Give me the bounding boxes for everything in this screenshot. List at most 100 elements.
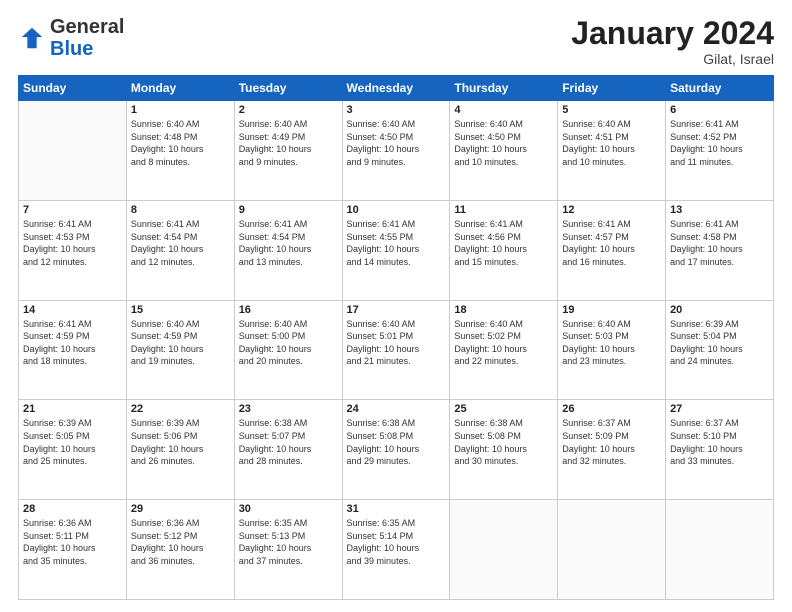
day-info: Sunrise: 6:39 AM Sunset: 5:06 PM Dayligh… — [131, 417, 230, 467]
calendar-cell: 28 Sunrise: 6:36 AM Sunset: 5:11 PM Dayli… — [19, 500, 127, 600]
calendar-cell: 20Sunrise: 6:39 AM Sunset: 5:04 PM Dayli… — [666, 300, 774, 400]
calendar-cell: 31Sunrise: 6:35 AM Sunset: 5:14 PM Dayli… — [342, 500, 450, 600]
day-info: Sunrise: 6:40 AM Sunset: 5:01 PM Dayligh… — [347, 318, 446, 368]
calendar-cell: 27 Sunrise: 6:37 AM Sunset: 5:10 PM Dayli… — [666, 400, 774, 500]
day-number: 4 — [454, 104, 553, 116]
logo-icon — [18, 24, 46, 52]
col-thursday: Thursday — [450, 76, 558, 101]
day-info: Sunrise: 6:41 AM Sunset: 4:58 PM Dayligh… — [670, 218, 769, 268]
day-number: 15 — [131, 304, 230, 316]
day-number: 5 — [562, 104, 661, 116]
calendar-week-row: 28 Sunrise: 6:36 AM Sunset: 5:11 PM Dayli… — [19, 500, 774, 600]
day-number: 19 — [562, 304, 661, 316]
calendar-cell: 4 Sunrise: 6:40 AM Sunset: 4:50 PM Daylig… — [450, 101, 558, 201]
header: General Blue January 2024 Gilat, Israel — [18, 16, 774, 67]
page: General Blue January 2024 Gilat, Israel … — [0, 0, 792, 612]
calendar-cell: 5 Sunrise: 6:40 AM Sunset: 4:51 PM Daylig… — [558, 101, 666, 201]
calendar-cell: 10Sunrise: 6:41 AM Sunset: 4:55 PM Dayli… — [342, 200, 450, 300]
day-number: 27 — [670, 403, 769, 415]
calendar-cell: 13 Sunrise: 6:41 AM Sunset: 4:58 PM Dayli… — [666, 200, 774, 300]
day-info: Sunrise: 6:40 AM Sunset: 5:00 PM Dayligh… — [239, 318, 338, 368]
day-number: 23 — [239, 403, 338, 415]
calendar-cell: 18Sunrise: 6:40 AM Sunset: 5:02 PM Dayli… — [450, 300, 558, 400]
calendar-cell: 24 Sunrise: 6:38 AM Sunset: 5:08 PM Dayli… — [342, 400, 450, 500]
calendar-cell — [450, 500, 558, 600]
calendar-cell: 17 Sunrise: 6:40 AM Sunset: 5:01 PM Dayli… — [342, 300, 450, 400]
day-number: 3 — [347, 104, 446, 116]
logo-general-text: General — [50, 16, 124, 38]
calendar-week-row: 1 Sunrise: 6:40 AM Sunset: 4:48 PM Daylig… — [19, 101, 774, 201]
day-info: Sunrise: 6:37 AM Sunset: 5:10 PM Dayligh… — [670, 417, 769, 467]
col-sunday: Sunday — [19, 76, 127, 101]
calendar-cell: 3Sunrise: 6:40 AM Sunset: 4:50 PM Daylig… — [342, 101, 450, 201]
day-number: 14 — [23, 304, 122, 316]
day-number: 7 — [23, 204, 122, 216]
col-tuesday: Tuesday — [234, 76, 342, 101]
day-number: 24 — [347, 403, 446, 415]
day-info: Sunrise: 6:40 AM Sunset: 4:48 PM Dayligh… — [131, 118, 230, 168]
calendar-cell: 12 Sunrise: 6:41 AM Sunset: 4:57 PM Dayli… — [558, 200, 666, 300]
day-number: 12 — [562, 204, 661, 216]
day-info: Sunrise: 6:41 AM Sunset: 4:55 PM Dayligh… — [347, 218, 446, 268]
calendar-cell: 30 Sunrise: 6:35 AM Sunset: 5:13 PM Dayli… — [234, 500, 342, 600]
logo: General Blue — [18, 16, 124, 60]
calendar-cell: 16 Sunrise: 6:40 AM Sunset: 5:00 PM Dayli… — [234, 300, 342, 400]
calendar-cell: 21Sunrise: 6:39 AM Sunset: 5:05 PM Dayli… — [19, 400, 127, 500]
calendar-cell — [666, 500, 774, 600]
day-info: Sunrise: 6:40 AM Sunset: 4:59 PM Dayligh… — [131, 318, 230, 368]
calendar-week-row: 14 Sunrise: 6:41 AM Sunset: 4:59 PM Dayli… — [19, 300, 774, 400]
calendar-cell: 29 Sunrise: 6:36 AM Sunset: 5:12 PM Dayli… — [126, 500, 234, 600]
day-info: Sunrise: 6:41 AM Sunset: 4:52 PM Dayligh… — [670, 118, 769, 168]
day-number: 1 — [131, 104, 230, 116]
calendar-week-row: 21Sunrise: 6:39 AM Sunset: 5:05 PM Dayli… — [19, 400, 774, 500]
calendar-cell: 14 Sunrise: 6:41 AM Sunset: 4:59 PM Dayli… — [19, 300, 127, 400]
calendar-cell: 26Sunrise: 6:37 AM Sunset: 5:09 PM Dayli… — [558, 400, 666, 500]
day-number: 26 — [562, 403, 661, 415]
calendar-cell: 2 Sunrise: 6:40 AM Sunset: 4:49 PM Daylig… — [234, 101, 342, 201]
title-block: January 2024 Gilat, Israel — [571, 16, 774, 67]
day-number: 13 — [670, 204, 769, 216]
col-wednesday: Wednesday — [342, 76, 450, 101]
logo-blue-text: Blue — [50, 38, 93, 60]
day-info: Sunrise: 6:35 AM Sunset: 5:14 PM Dayligh… — [347, 517, 446, 567]
day-info: Sunrise: 6:35 AM Sunset: 5:13 PM Dayligh… — [239, 517, 338, 567]
day-info: Sunrise: 6:40 AM Sunset: 4:49 PM Dayligh… — [239, 118, 338, 168]
calendar-cell: 11Sunrise: 6:41 AM Sunset: 4:56 PM Dayli… — [450, 200, 558, 300]
calendar-table: Sunday Monday Tuesday Wednesday Thursday… — [18, 75, 774, 600]
calendar-cell — [558, 500, 666, 600]
day-number: 6 — [670, 104, 769, 116]
day-number: 30 — [239, 503, 338, 515]
calendar-cell: 6 Sunrise: 6:41 AM Sunset: 4:52 PM Daylig… — [666, 101, 774, 201]
day-number: 17 — [347, 304, 446, 316]
day-number: 2 — [239, 104, 338, 116]
day-info: Sunrise: 6:38 AM Sunset: 5:07 PM Dayligh… — [239, 417, 338, 467]
col-friday: Friday — [558, 76, 666, 101]
day-number: 11 — [454, 204, 553, 216]
calendar-cell: 23 Sunrise: 6:38 AM Sunset: 5:07 PM Dayli… — [234, 400, 342, 500]
calendar-cell: 15 Sunrise: 6:40 AM Sunset: 4:59 PM Dayli… — [126, 300, 234, 400]
day-info: Sunrise: 6:40 AM Sunset: 4:50 PM Dayligh… — [454, 118, 553, 168]
calendar-cell — [19, 101, 127, 201]
calendar-cell: 19 Sunrise: 6:40 AM Sunset: 5:03 PM Dayli… — [558, 300, 666, 400]
day-number: 25 — [454, 403, 553, 415]
calendar-cell: 8Sunrise: 6:41 AM Sunset: 4:54 PM Daylig… — [126, 200, 234, 300]
day-number: 21 — [23, 403, 122, 415]
day-number: 29 — [131, 503, 230, 515]
day-info: Sunrise: 6:41 AM Sunset: 4:59 PM Dayligh… — [23, 318, 122, 368]
day-info: Sunrise: 6:41 AM Sunset: 4:54 PM Dayligh… — [131, 218, 230, 268]
day-info: Sunrise: 6:40 AM Sunset: 5:03 PM Dayligh… — [562, 318, 661, 368]
day-info: Sunrise: 6:36 AM Sunset: 5:11 PM Dayligh… — [23, 517, 122, 567]
calendar-cell: 9Sunrise: 6:41 AM Sunset: 4:54 PM Daylig… — [234, 200, 342, 300]
day-info: Sunrise: 6:38 AM Sunset: 5:08 PM Dayligh… — [347, 417, 446, 467]
col-saturday: Saturday — [666, 76, 774, 101]
day-info: Sunrise: 6:36 AM Sunset: 5:12 PM Dayligh… — [131, 517, 230, 567]
month-title: January 2024 — [571, 16, 774, 51]
day-info: Sunrise: 6:39 AM Sunset: 5:04 PM Dayligh… — [670, 318, 769, 368]
calendar-cell: 22Sunrise: 6:39 AM Sunset: 5:06 PM Dayli… — [126, 400, 234, 500]
day-number: 28 — [23, 503, 122, 515]
day-info: Sunrise: 6:41 AM Sunset: 4:53 PM Dayligh… — [23, 218, 122, 268]
day-info: Sunrise: 6:41 AM Sunset: 4:57 PM Dayligh… — [562, 218, 661, 268]
day-info: Sunrise: 6:40 AM Sunset: 4:51 PM Dayligh… — [562, 118, 661, 168]
location: Gilat, Israel — [571, 51, 774, 67]
day-number: 16 — [239, 304, 338, 316]
